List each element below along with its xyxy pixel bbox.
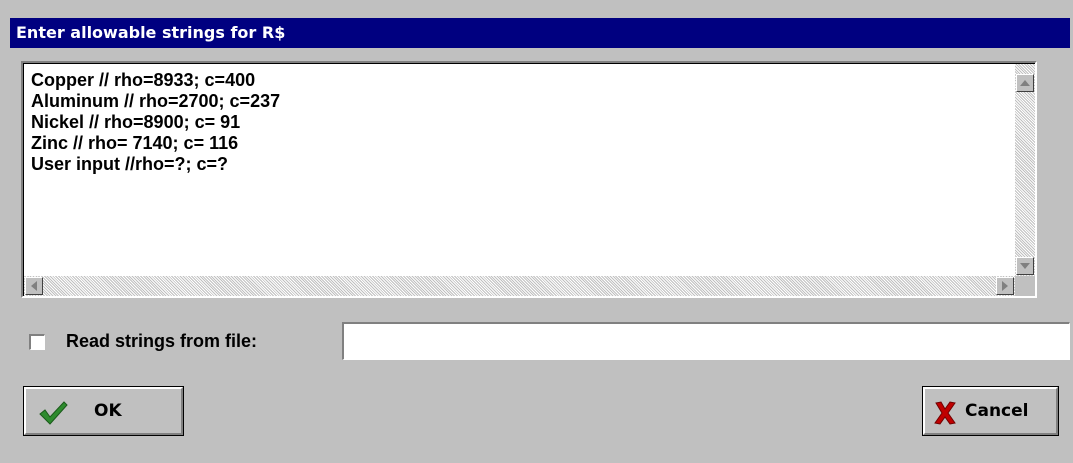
arrow-up-icon — [1020, 80, 1030, 86]
list-item: User input //rho=?; c=? — [31, 154, 229, 174]
cancel-button-face: Cancel — [923, 387, 1058, 435]
scroll-left-button[interactable] — [25, 277, 43, 295]
ok-button-label: OK — [94, 401, 122, 421]
strings-listbox[interactable]: Copper // rho=8933; c=400 Aluminum // rh… — [21, 61, 1037, 298]
arrow-right-icon — [1002, 281, 1008, 291]
scroll-right-button[interactable] — [996, 277, 1014, 295]
strings-text-area[interactable]: Copper // rho=8933; c=400 Aluminum // rh… — [31, 70, 1011, 270]
dialog-title: Enter allowable strings for R$ — [10, 18, 1070, 48]
ok-button[interactable]: OK — [23, 386, 184, 436]
list-item: Nickel // rho=8900; c= 91 — [31, 112, 241, 132]
read-from-file-label: Read strings from file: — [66, 331, 258, 351]
list-item: Aluminum // rho=2700; c=237 — [31, 91, 281, 111]
vertical-scrollbar[interactable] — [1015, 64, 1035, 276]
dialog-window: Enter allowable strings for R$ Copper //… — [0, 0, 1073, 463]
scroll-down-button[interactable] — [1016, 257, 1034, 275]
x-icon — [934, 401, 956, 425]
scrollbar-corner — [1015, 276, 1035, 296]
ok-button-face: OK — [24, 387, 183, 435]
file-path-input[interactable] — [342, 322, 1070, 360]
read-from-file-checkbox[interactable] — [29, 334, 45, 350]
scroll-up-button[interactable] — [1016, 74, 1034, 92]
horizontal-scrollbar[interactable] — [24, 276, 1015, 296]
listbox-frame: Copper // rho=8933; c=400 Aluminum // rh… — [23, 63, 1035, 296]
arrow-left-icon — [31, 281, 37, 291]
list-item: Copper // rho=8933; c=400 — [31, 70, 256, 90]
arrow-down-icon — [1020, 263, 1030, 269]
list-item: Zinc // rho= 7140; c= 116 — [31, 133, 239, 153]
cancel-button-label: Cancel — [965, 401, 1029, 421]
checkmark-icon — [39, 401, 68, 425]
cancel-button[interactable]: Cancel — [922, 386, 1059, 436]
